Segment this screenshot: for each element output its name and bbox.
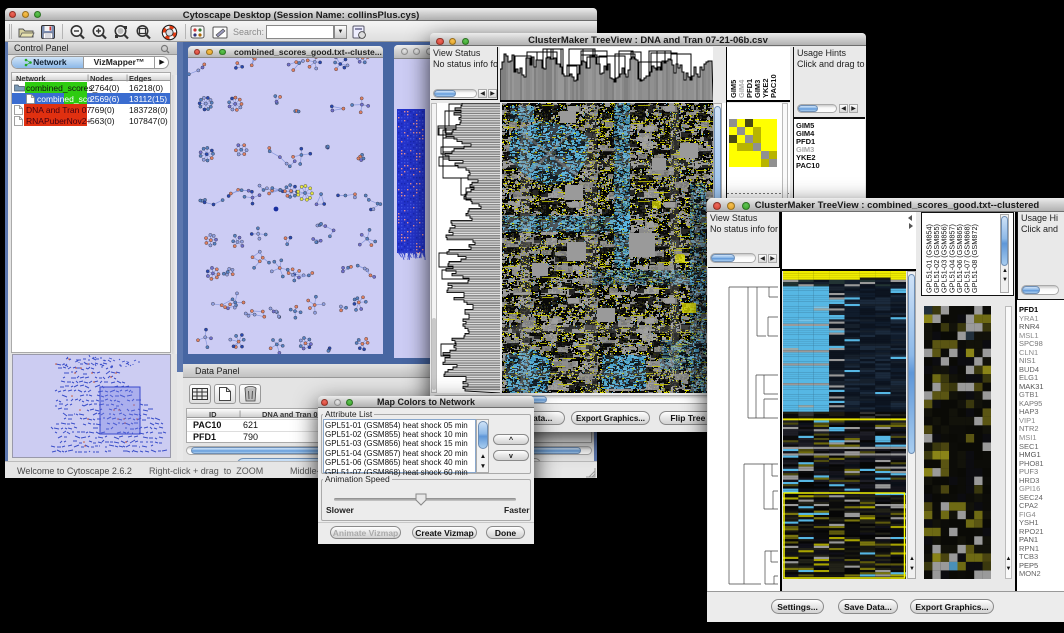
svg-text:GPL51-08 (GSM872): GPL51-08 (GSM872) xyxy=(970,224,979,293)
svg-text:PAC10: PAC10 xyxy=(769,74,778,98)
